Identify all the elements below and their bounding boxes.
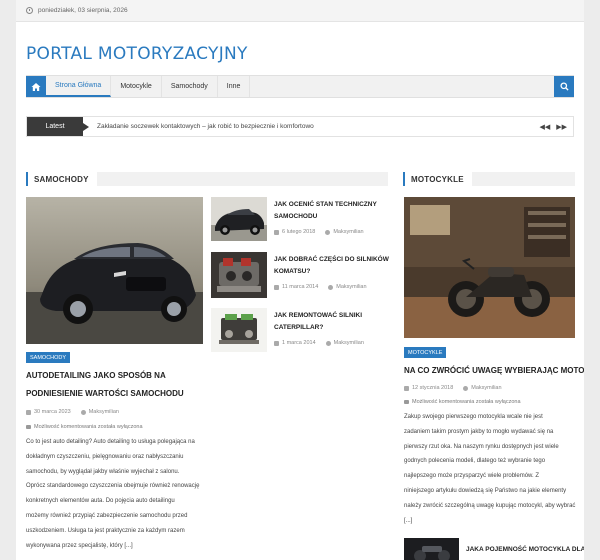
article-title[interactable]: AUTODETAILING JAKO SPOSÓB NA PODNIESIENI… — [26, 367, 216, 403]
clock-icon — [26, 7, 33, 14]
excerpt-line: pierwszy rzut oka. Na naszym rynku dostę… — [404, 443, 559, 450]
side-article-title-line: JAK OCENIĆ STAN TECHNICZNY — [274, 201, 377, 208]
ticker-next-icon[interactable]: ▶▶ — [554, 123, 569, 131]
excerpt-line: zadaniem takim prostym jakby to mogło wy… — [404, 428, 554, 435]
site-title[interactable]: PORTAL MOTORYZACYJNY — [26, 44, 248, 64]
calendar-icon — [274, 229, 279, 235]
side-article-title[interactable]: JAKA POJEMNOŚĆ MOTOCYKLA DLA — [466, 544, 584, 556]
current-date: poniedziałek, 03 sierpnia, 2026 — [38, 7, 128, 14]
excerpt-line: Co to jest auto detailing? Auto detailin… — [26, 439, 195, 445]
nav-item-strona-glowna[interactable]: Strona Główna — [46, 76, 112, 97]
author-icon — [325, 340, 331, 346]
calendar-icon — [274, 340, 279, 346]
section-header-samochody: SAMOCHODY — [26, 171, 388, 187]
side-article-title[interactable]: JAK DOBRAĆ CZĘŚCI DO SILNIKÓW KOMATSU? — [274, 254, 394, 278]
article-title-line: PODNIESIENIE WARTOŚCI SAMOCHODU — [26, 389, 184, 398]
author-icon — [80, 409, 86, 415]
comment-icon — [26, 425, 31, 429]
latest-label: Latest — [27, 117, 89, 136]
excerpt-line: Oprócz standardowego czyszczenia obejmuj… — [26, 483, 200, 490]
side-article-meta: 11 marca 2014 Maksymilian — [274, 284, 367, 290]
calendar-icon — [26, 409, 31, 415]
top-bar: poniedziałek, 03 sierpnia, 2026 — [16, 0, 584, 22]
nav-item-samochody[interactable]: Samochody — [162, 76, 218, 97]
side-article-title-line: JAK DOBRAĆ CZĘŚCI DO SILNIKÓW — [274, 256, 389, 263]
side-article-meta: 1 marca 2014 Maksymilian — [274, 340, 364, 346]
article-image-motorcycle-garage[interactable] — [404, 197, 575, 338]
comments-status: Możliwość komentowania została wyłączona — [26, 424, 143, 430]
comments-text: Możliwość komentowania została wyłączona — [412, 399, 521, 405]
category-badge[interactable]: SAMOCHODY — [26, 352, 71, 363]
thumbnail-suv[interactable] — [211, 197, 267, 241]
excerpt-line: wykonywana przez specjalistę, który [...… — [26, 542, 133, 549]
search-icon — [559, 82, 569, 91]
side-article-title-line: JAK REMONTOWAĆ SILNIKI — [274, 312, 362, 319]
excerpt-line: samochodu, by wyglądał jakby właśnie wyj… — [26, 468, 180, 475]
side-article-title-line: KOMATSU? — [274, 268, 311, 275]
article-title[interactable]: NA CO ZWRÓCIĆ UWAGĘ WYBIERAJĄC MOTOR — [404, 362, 584, 380]
excerpt-line: należy zwrócić szczególną uwagę kupując … — [404, 502, 576, 524]
article-image-audi[interactable] — [26, 197, 203, 344]
article-author[interactable]: Maksymilian — [471, 385, 501, 391]
side-article-author[interactable]: Maksymilian — [336, 284, 366, 290]
excerpt-line: najlepszego może przysparzyć wiele probl… — [404, 473, 540, 480]
comments-text: Możliwość komentowania została wyłączona — [34, 424, 143, 430]
excerpt-line: niniejszego artykułu dowiedzą się Państw… — [404, 487, 567, 494]
side-article-title-line: SAMOCHODU — [274, 213, 318, 220]
author-icon — [325, 229, 331, 235]
excerpt-line: Zakup swojego pierwszego motocykla wcale… — [404, 414, 543, 420]
side-article-date[interactable]: 6 lutego 2018 — [282, 229, 315, 235]
side-article-title[interactable]: JAK REMONTOWAĆ SILNIKI CATERPILLAR? — [274, 310, 394, 334]
author-icon — [328, 284, 334, 290]
excerpt-line: możemy również przypiąć zabezpieczenie s… — [26, 512, 188, 519]
side-article-date[interactable]: 1 marca 2014 — [282, 340, 316, 346]
side-article-author[interactable]: Maksymilian — [334, 340, 364, 346]
home-icon — [31, 82, 41, 91]
calendar-icon — [404, 385, 409, 391]
search-button[interactable] — [554, 76, 574, 97]
category-badge[interactable]: MOTOCYKLE — [404, 347, 447, 358]
excerpt-line: godnych polecenia modeli, dlatego też wy… — [404, 458, 546, 465]
section-divider — [96, 172, 388, 186]
article-excerpt: Zakup swojego pierwszego motocykla wcale… — [404, 410, 584, 528]
section-title[interactable]: MOTOCYKLE — [411, 175, 464, 184]
thumbnail-caterpillar[interactable] — [211, 308, 267, 352]
article-meta: 12 stycznia 2018 Maksymilian — [404, 385, 502, 391]
article-excerpt: Co to jest auto detailing? Auto detailin… — [26, 435, 226, 553]
article-author[interactable]: Maksymilian — [89, 409, 119, 415]
ticker-headline[interactable]: Zakładanie soczewek kontaktowych – jak r… — [97, 123, 314, 130]
author-icon — [463, 385, 469, 391]
side-article-title[interactable]: JAK OCENIĆ STAN TECHNICZNY SAMOCHODU — [274, 199, 394, 223]
home-button[interactable] — [26, 76, 46, 97]
side-article-meta: 6 lutego 2018 Maksymilian — [274, 229, 364, 235]
article-date[interactable]: 12 stycznia 2018 — [412, 385, 453, 391]
article-title-line: AUTODETAILING JAKO SPOSÓB NA — [26, 371, 166, 380]
ticker-controls: ◀◀ ▶▶ — [537, 123, 573, 131]
ticker-prev-icon[interactable]: ◀◀ — [537, 123, 552, 131]
section-title[interactable]: SAMOCHODY — [34, 175, 89, 184]
article-meta: 30 marca 2023 Maksymilian — [26, 409, 119, 415]
section-header-motocykle: MOTOCYKLE — [403, 171, 575, 187]
thumbnail-engine[interactable] — [211, 252, 267, 298]
page: poniedziałek, 03 sierpnia, 2026 PORTAL M… — [16, 0, 584, 560]
excerpt-line: dokładnym czyszczeniu, pielęgnowaniu ora… — [26, 453, 184, 460]
side-article-date[interactable]: 11 marca 2014 — [282, 284, 318, 290]
side-article-title-line: CATERPILLAR? — [274, 324, 324, 331]
comments-status: Możliwość komentowania została wyłączona — [404, 399, 521, 405]
latest-news-ticker: Latest Zakładanie soczewek kontaktowych … — [26, 116, 574, 137]
section-accent-bar — [403, 172, 405, 186]
calendar-icon — [274, 284, 279, 290]
nav-item-motocykle[interactable]: Motocykle — [111, 76, 162, 97]
section-divider — [471, 172, 575, 186]
main-navigation: Strona Główna Motocykle Samochody Inne — [26, 75, 574, 98]
excerpt-line: uszkodzeniem. Usługa ta jest praktycznie… — [26, 527, 185, 534]
excerpt-line: konkretnych elementów auta. Do pojęcia a… — [26, 498, 175, 505]
nav-item-inne[interactable]: Inne — [218, 76, 251, 97]
thumbnail-motorcycle-dark[interactable] — [404, 538, 459, 560]
comment-icon — [404, 400, 409, 404]
side-article-author[interactable]: Maksymilian — [333, 229, 363, 235]
section-accent-bar — [26, 172, 28, 186]
article-date[interactable]: 30 marca 2023 — [34, 409, 71, 415]
